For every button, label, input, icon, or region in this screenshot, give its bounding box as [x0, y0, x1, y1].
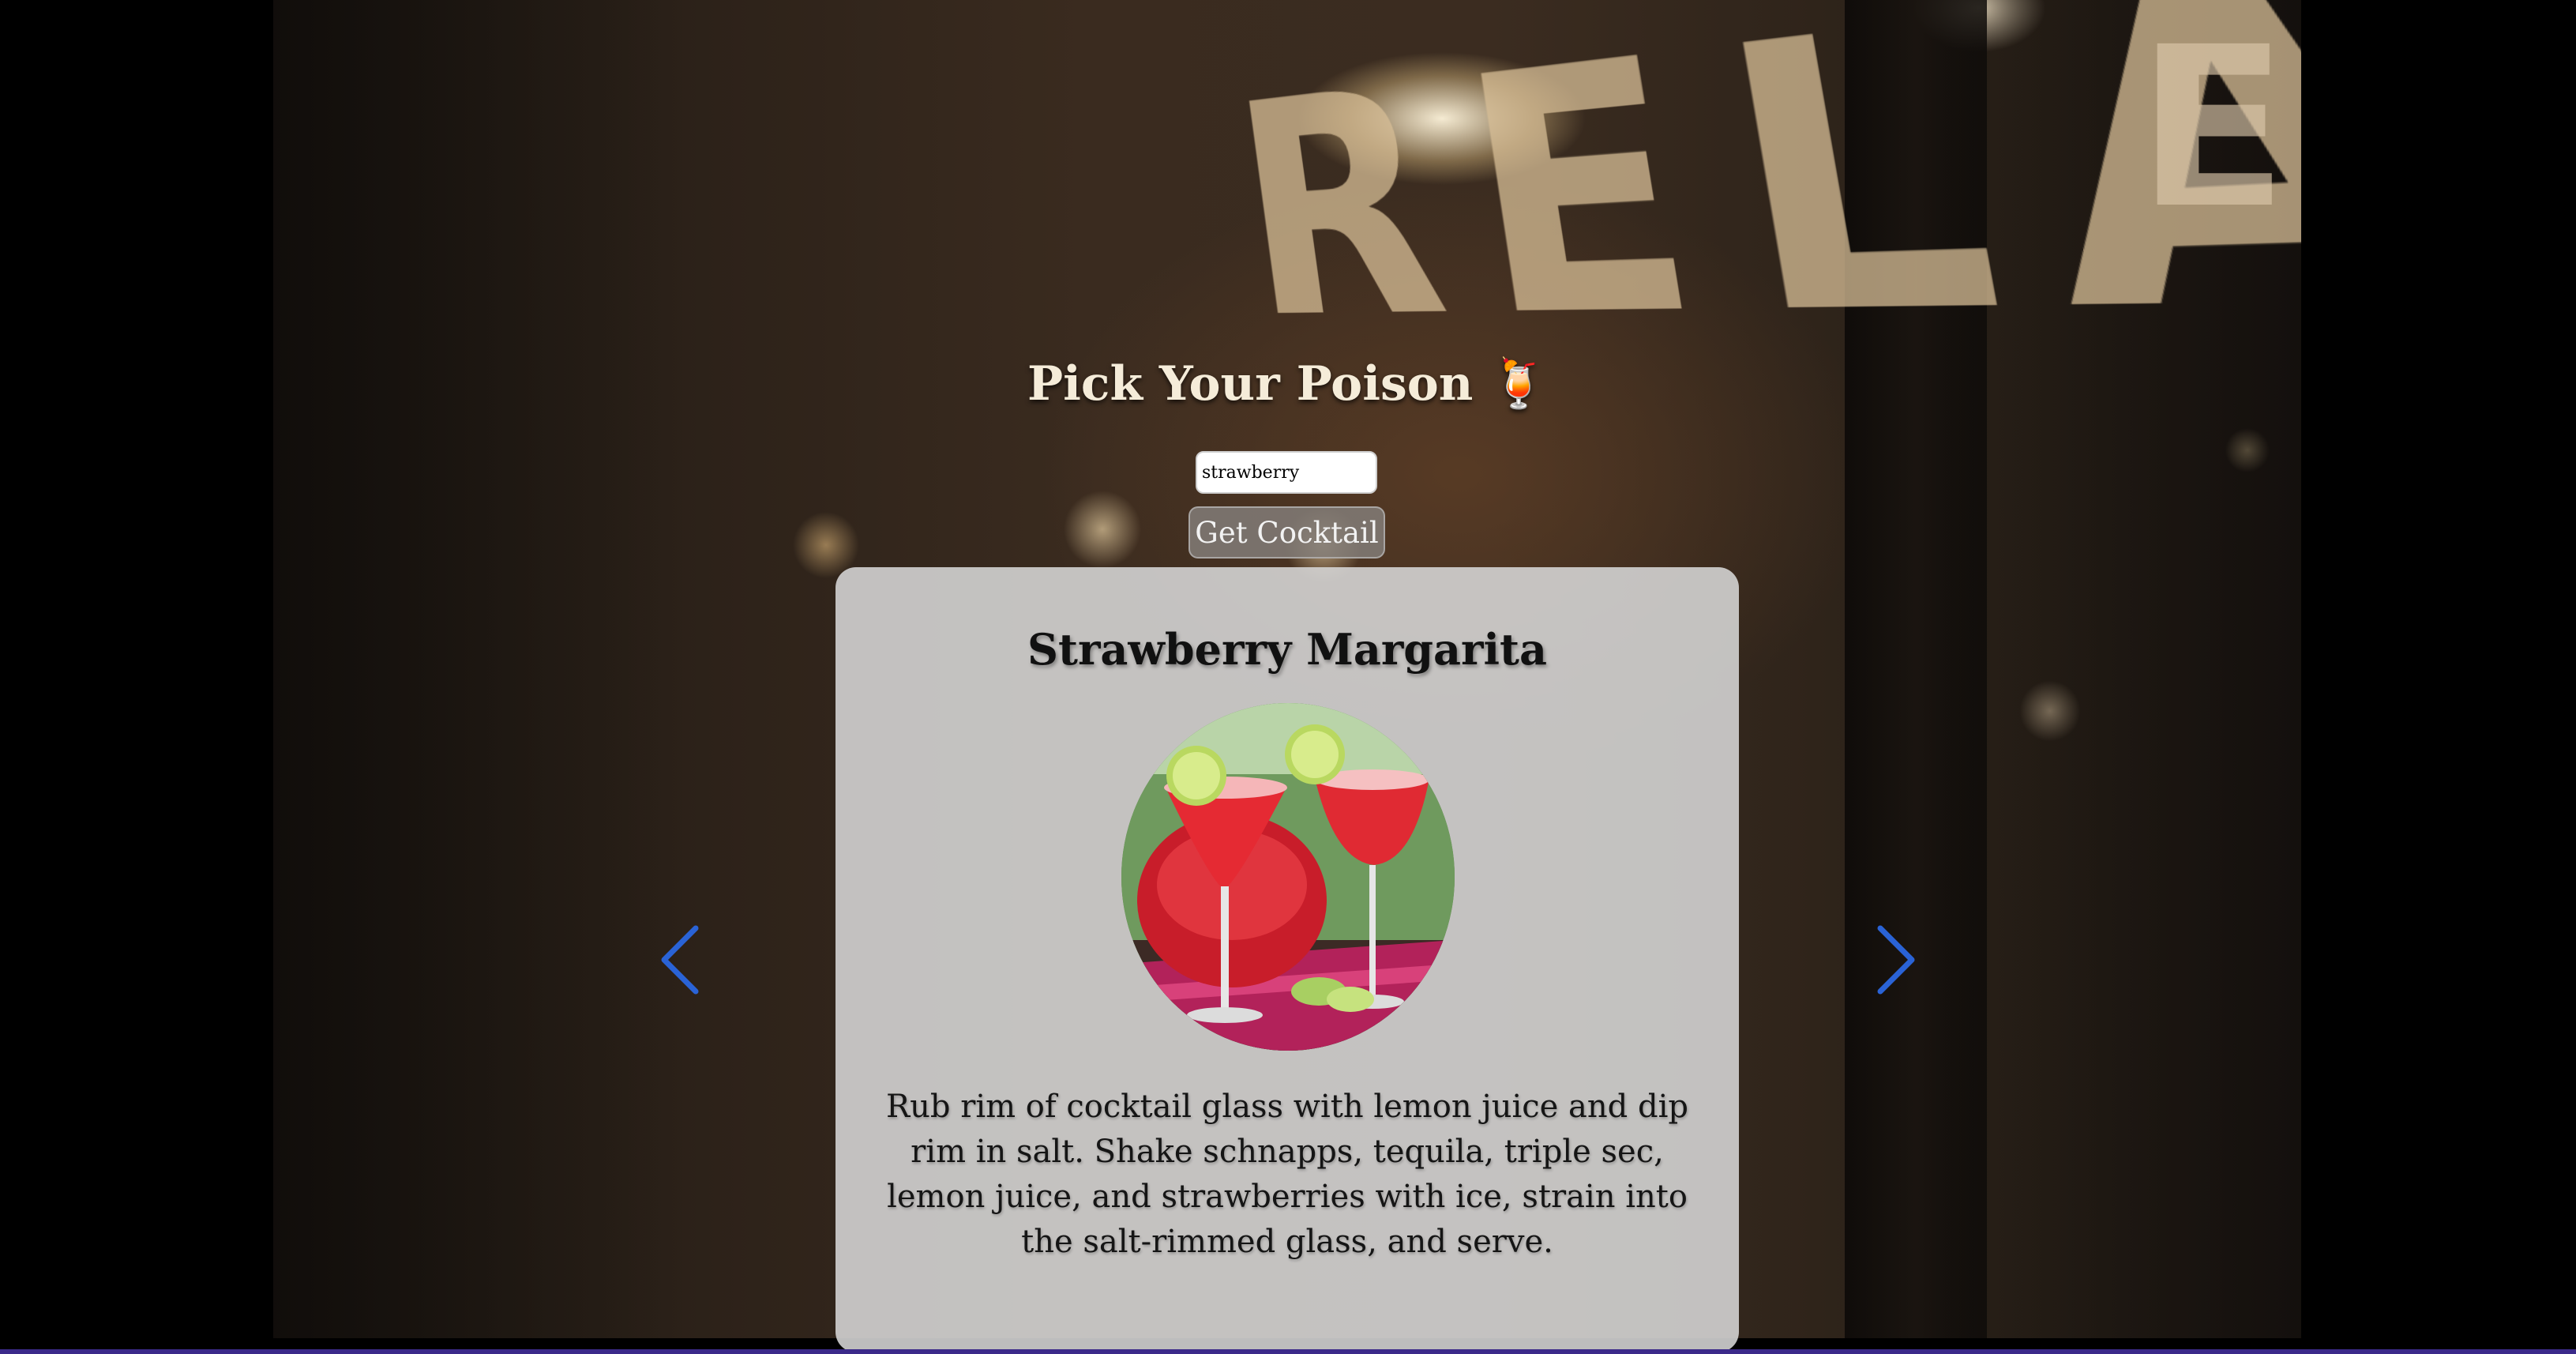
get-cocktail-button[interactable]: Get Cocktail: [1188, 506, 1385, 559]
next-cocktail-button[interactable]: [1868, 916, 1924, 1003]
bottom-border: [0, 1349, 2576, 1354]
cocktail-photo: [1121, 703, 1455, 1051]
previous-cocktail-button[interactable]: [652, 916, 708, 1003]
page: RELAX E Pick Your Poison 🍹 Get Cocktail …: [0, 0, 2576, 1354]
window-frame-left: [273, 0, 684, 1338]
chevron-right-icon: [1868, 916, 1924, 1003]
cocktail-name: Strawberry Margarita: [836, 624, 1739, 675]
cocktail-image: [1121, 703, 1455, 1051]
cocktail-card: Strawberry Margarita Rub rim of cocktail…: [836, 567, 1739, 1352]
background-sign-letter: E: [2137, 0, 2288, 258]
page-title: Pick Your Poison 🍹: [0, 355, 2576, 412]
search-input[interactable]: [1196, 451, 1377, 494]
chevron-left-icon: [652, 916, 708, 1003]
cocktail-instructions: Rub rim of cocktail glass with lemon jui…: [867, 1085, 1707, 1265]
